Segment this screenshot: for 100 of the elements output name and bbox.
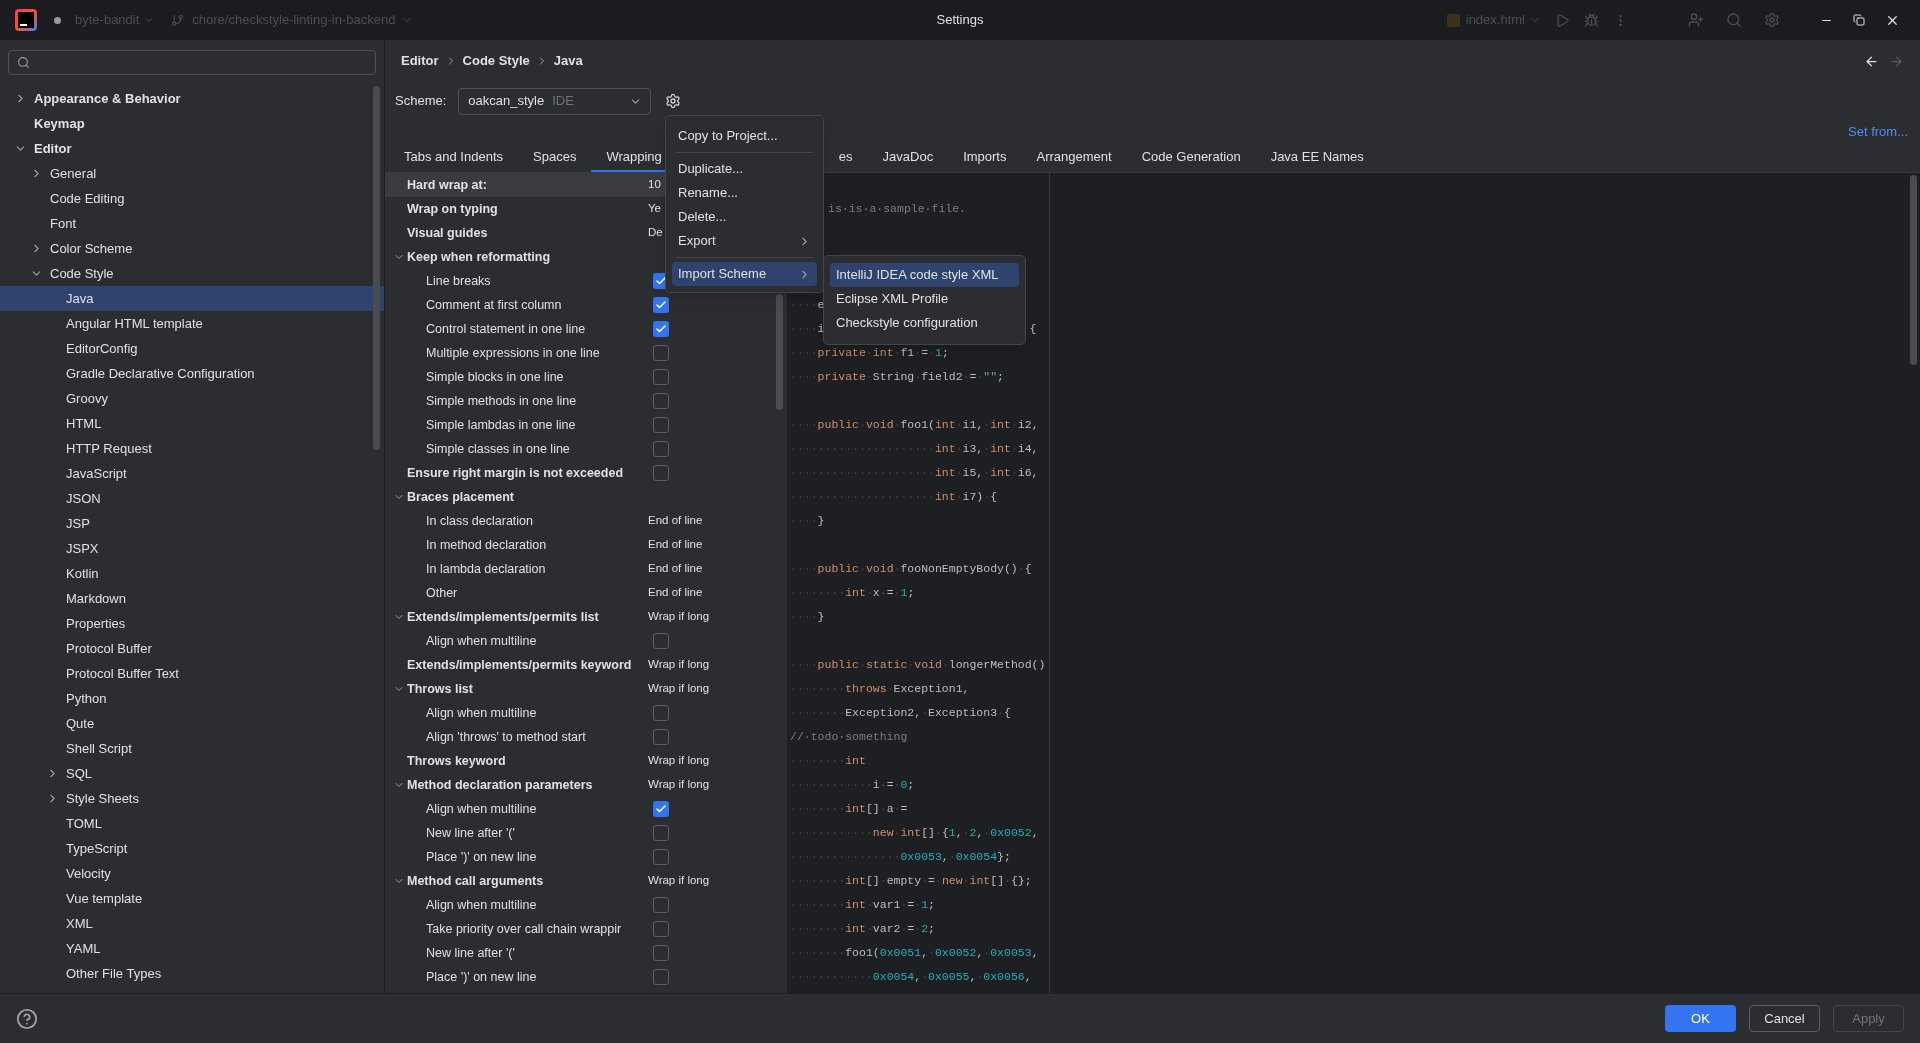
tree-item[interactable]: Shell Script <box>0 736 384 761</box>
tree-item[interactable]: Velocity <box>0 861 384 886</box>
menu-item[interactable]: Checkstyle configuration <box>830 311 1019 335</box>
tab[interactable]: Imports <box>948 144 1022 172</box>
tree-item[interactable]: Protocol Buffer Text <box>0 661 384 686</box>
setting-row[interactable]: Take priority over call chain wrappir <box>385 917 770 941</box>
setting-value[interactable]: Wrap if long <box>648 656 710 674</box>
setting-row[interactable]: Align when multiline <box>385 797 770 821</box>
tree-item[interactable]: Code Style <box>0 261 384 286</box>
setting-row[interactable]: In lambda declaration End of line <box>385 557 770 581</box>
setting-value[interactable]: End of line <box>648 512 703 530</box>
setting-row[interactable]: Multiple expressions in one line <box>385 341 770 365</box>
tree-item[interactable]: JSP <box>0 511 384 536</box>
setting-row[interactable]: Simple blocks in one line <box>385 365 770 389</box>
checkbox[interactable] <box>653 969 669 985</box>
setting-value[interactable]: End of line <box>648 560 703 578</box>
tree-item[interactable]: JavaScript <box>0 461 384 486</box>
scrollbar[interactable] <box>776 294 783 410</box>
tree-item[interactable]: Python <box>0 686 384 711</box>
scheme-dropdown[interactable]: oakcan_style IDE <box>458 87 652 115</box>
restore-icon[interactable] <box>1853 14 1865 26</box>
checkbox[interactable] <box>653 945 669 961</box>
menu-item[interactable]: Import Scheme <box>672 262 817 286</box>
checkbox[interactable] <box>653 801 669 817</box>
dialog-button[interactable]: Cancel <box>1749 1005 1820 1032</box>
search-field[interactable] <box>8 50 376 75</box>
tree-item[interactable]: TypeScript <box>0 836 384 861</box>
tree-item[interactable]: TOML <box>0 811 384 836</box>
checkbox[interactable] <box>653 417 669 433</box>
menu-item[interactable]: IntelliJ IDEA code style XML <box>830 263 1019 287</box>
checkbox[interactable] <box>653 345 669 361</box>
setting-value[interactable]: End of line <box>648 584 703 602</box>
setting-row[interactable]: Comment at first column <box>385 293 770 317</box>
tree-item[interactable]: General <box>0 161 384 186</box>
checkbox[interactable] <box>653 393 669 409</box>
setting-row[interactable]: Simple methods in one line <box>385 389 770 413</box>
setting-row[interactable]: Extends/implements/permits list Wrap if long <box>385 605 770 629</box>
checkbox[interactable] <box>653 849 669 865</box>
setting-value[interactable]: Wrap if long <box>648 776 710 794</box>
setting-value[interactable]: Wrap if long <box>648 680 710 698</box>
checkbox[interactable] <box>653 921 669 937</box>
tree-item[interactable]: Groovy <box>0 386 384 411</box>
setting-value[interactable]: Wrap if long <box>648 752 710 770</box>
tree-item[interactable]: Gradle Declarative Configuration <box>0 361 384 386</box>
setting-row[interactable]: New line after '(' <box>385 821 770 845</box>
tab[interactable]: Spaces <box>518 144 592 172</box>
setting-value[interactable]: De <box>648 224 663 242</box>
checkbox[interactable] <box>653 297 669 313</box>
tree-item[interactable]: Protocol Buffer <box>0 636 384 661</box>
tree-item[interactable]: Editor <box>0 136 384 161</box>
tree-item[interactable]: Style Sheets <box>0 786 384 811</box>
checkbox[interactable] <box>653 441 669 457</box>
tree-item[interactable]: Other File Types <box>0 961 384 986</box>
setting-row[interactable]: Ensure right margin is not exceeded <box>385 461 770 485</box>
checkbox[interactable] <box>653 897 669 913</box>
setting-value[interactable]: End of line <box>648 536 703 554</box>
checkbox[interactable] <box>653 825 669 841</box>
search-icon[interactable] <box>1726 12 1742 28</box>
tab[interactable]: Arrangement <box>1021 144 1127 172</box>
tree-item[interactable]: Keymap <box>0 111 384 136</box>
tree-item[interactable]: Angular HTML template <box>0 311 384 336</box>
setting-row[interactable]: Method declaration parameters Wrap if long <box>385 773 770 797</box>
tree-item[interactable]: Appearance & Behavior <box>0 86 384 111</box>
tab[interactable]: Java EE Names <box>1255 144 1379 172</box>
tree-item[interactable]: SQL <box>0 761 384 786</box>
checkbox[interactable] <box>653 321 669 337</box>
tab[interactable]: es <box>838 144 868 172</box>
debug-icon[interactable] <box>1584 12 1599 28</box>
setting-row[interactable]: Align when multiline <box>385 701 770 725</box>
tree-item[interactable]: Font <box>0 211 384 236</box>
back-button[interactable] <box>1864 53 1879 69</box>
setting-row[interactable]: Extends/implements/permits keyword Wrap if long <box>385 653 770 677</box>
checkbox[interactable] <box>653 369 669 385</box>
dialog-button[interactable]: OK <box>1665 1005 1736 1032</box>
tree-item[interactable]: Code Editing <box>0 186 384 211</box>
setting-row[interactable]: Braces placement <box>385 485 770 509</box>
scrollbar[interactable] <box>1910 175 1917 365</box>
setting-row[interactable]: Control statement in one line <box>385 317 770 341</box>
setting-row[interactable]: Simple classes in one line <box>385 437 770 461</box>
setting-row[interactable]: Place ')' on new line <box>385 965 770 989</box>
tree-item[interactable]: JSON <box>0 486 384 511</box>
tree-item[interactable]: Properties <box>0 611 384 636</box>
setting-row[interactable]: In class declaration End of line <box>385 509 770 533</box>
setting-row[interactable]: Simple lambdas in one line <box>385 413 770 437</box>
menu-item[interactable]: Export <box>672 229 817 253</box>
tree-item[interactable]: EditorConfig <box>0 336 384 361</box>
setting-value[interactable]: 10 <box>648 176 661 194</box>
tree-item[interactable]: Color Scheme <box>0 236 384 261</box>
run-icon[interactable] <box>1555 12 1570 28</box>
setting-row[interactable]: Align when multiline <box>385 893 770 917</box>
setting-row[interactable]: Align 'throws' to method start <box>385 725 770 749</box>
set-from-link[interactable]: Set from... <box>1848 122 1908 142</box>
setting-value[interactable]: Wrap if long <box>648 608 710 626</box>
tab[interactable]: Code Generation <box>1126 144 1256 172</box>
setting-value[interactable]: Wrap if long <box>648 872 710 890</box>
menu-item[interactable]: Delete... <box>672 205 817 229</box>
tree-item[interactable]: Vue template <box>0 886 384 911</box>
breadcrumb-item[interactable]: Code Style <box>462 51 530 71</box>
setting-row[interactable]: Place ')' on new line <box>385 845 770 869</box>
tree-item[interactable]: HTML <box>0 411 384 436</box>
